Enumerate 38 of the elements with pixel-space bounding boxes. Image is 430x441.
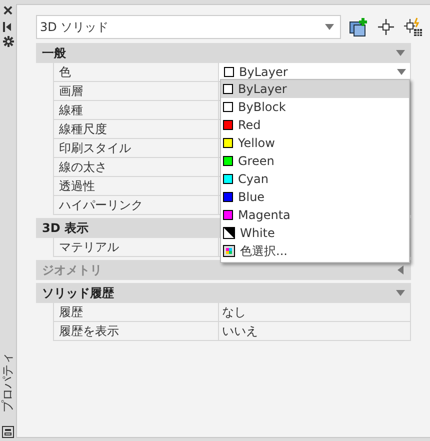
color-option[interactable]: Red <box>221 116 409 134</box>
pin-icon[interactable] <box>3 22 13 32</box>
color-option[interactable]: White <box>221 224 409 242</box>
color-option[interactable]: Magenta <box>221 206 409 224</box>
color-option[interactable]: ByBlock <box>221 98 409 116</box>
color-option[interactable]: Yellow <box>221 134 409 152</box>
caret-icon <box>398 266 404 274</box>
add-selection-icon[interactable] <box>349 17 369 37</box>
property-label: ハイパーリンク <box>54 196 219 214</box>
caret-icon <box>397 69 406 75</box>
caret-icon <box>325 24 334 30</box>
property-label: 画層 <box>54 82 219 100</box>
property-label: 履歴 <box>54 303 219 321</box>
crosshair-icon[interactable] <box>377 18 395 36</box>
property-label: 履歴を表示 <box>54 322 219 340</box>
close-button[interactable]: × <box>3 4 13 18</box>
color-option[interactable]: Cyan <box>221 170 409 188</box>
caret-icon <box>396 290 405 296</box>
properties-icon[interactable] <box>2 426 14 438</box>
panel-title: プロパティ <box>0 352 16 412</box>
property-value: いいえ <box>222 322 258 340</box>
color-option[interactable]: Green <box>221 152 409 170</box>
color-option[interactable]: Blue <box>221 188 409 206</box>
property-label: 印刷スタイル <box>54 139 219 157</box>
section-header[interactable]: ソリッド履歴 <box>36 283 411 303</box>
property-label: 線種尺度 <box>54 120 219 138</box>
property-value: なし <box>222 304 246 320</box>
object-select[interactable]: 3D ソリッド <box>36 15 341 39</box>
property-label: 線種 <box>54 101 219 119</box>
color-option[interactable]: ByLayer <box>221 80 409 98</box>
property-label: 透過性 <box>54 177 219 195</box>
caret-icon <box>396 50 405 56</box>
quick-select-icon[interactable] <box>403 17 423 37</box>
settings-icon[interactable] <box>2 36 14 47</box>
property-label: 線の太さ <box>54 158 219 176</box>
section-header[interactable]: 一般 <box>36 43 411 63</box>
color-option[interactable]: 色選択... <box>221 242 409 260</box>
property-label: マテリアル <box>54 238 219 256</box>
